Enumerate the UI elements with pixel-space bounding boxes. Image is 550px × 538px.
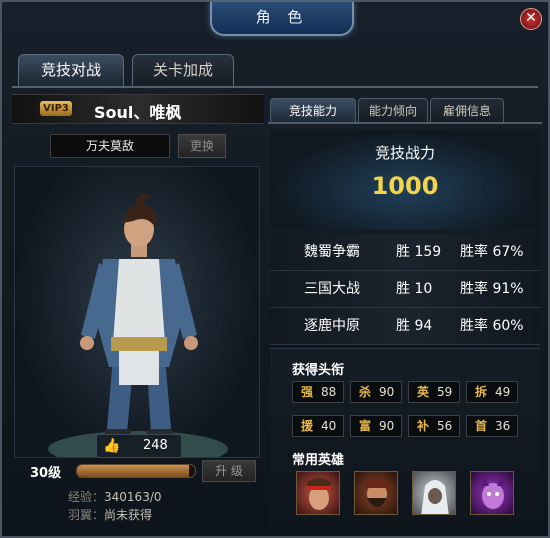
hero-bearded-warrior-icon[interactable] bbox=[354, 471, 398, 515]
vip-badge: VIP3 bbox=[40, 101, 72, 116]
honor-badge[interactable]: 补 56 bbox=[408, 415, 460, 437]
honor-badge[interactable]: 援 40 bbox=[292, 415, 344, 437]
honor-char: 英 bbox=[417, 385, 430, 399]
honors-section: 获得头衔 强 88 杀 90 英 59 拆 49 援 40 富 90 补 56 首 36 常用英… bbox=[270, 348, 540, 531]
honor-char: 强 bbox=[301, 385, 314, 399]
honor-value: 40 bbox=[321, 419, 337, 433]
stat-mode: 三国大战 bbox=[304, 281, 360, 297]
sub-tab-divider bbox=[268, 122, 542, 124]
honor-badge[interactable]: 杀 90 bbox=[350, 381, 402, 403]
stat-wins: 胜 159 bbox=[396, 244, 442, 260]
honor-badge[interactable]: 首 36 bbox=[466, 415, 518, 437]
honor-char: 首 bbox=[475, 419, 488, 433]
honor-value: 88 bbox=[321, 385, 337, 399]
tab-divider bbox=[12, 86, 538, 88]
battle-stats-table: 魏蜀争霸 胜 159 胜率 67% 三国大战 胜 10 胜率 91% 逐鹿中原 … bbox=[270, 234, 540, 345]
exp-label: 经验： bbox=[68, 490, 105, 504]
arena-power-value: 1000 bbox=[371, 172, 439, 200]
stat-mode: 魏蜀争霸 bbox=[304, 244, 360, 260]
hero-hooded-assassin-icon[interactable] bbox=[412, 471, 456, 515]
like-count: 248 bbox=[143, 438, 168, 453]
stat-win-rate: 胜率 91% bbox=[460, 281, 524, 297]
honor-badge[interactable]: 富 90 bbox=[350, 415, 402, 437]
tab-stage-bonus[interactable]: 关卡加成 bbox=[132, 54, 234, 86]
character-portrait bbox=[14, 166, 260, 458]
thumbs-up-icon: 👍 bbox=[103, 438, 121, 454]
character-figure-icon bbox=[48, 194, 228, 457]
honors-title: 获得头衔 bbox=[292, 363, 345, 378]
upgrade-button[interactable]: 升 级 bbox=[202, 460, 256, 482]
change-title-button[interactable]: 更换 bbox=[178, 134, 226, 158]
stat-row: 逐鹿中原 胜 94 胜率 60% bbox=[270, 308, 540, 345]
like-counter[interactable]: 👍 248 bbox=[96, 434, 182, 458]
honor-char: 援 bbox=[301, 419, 314, 433]
honor-char: 杀 bbox=[359, 385, 372, 399]
honor-badge[interactable]: 强 88 bbox=[292, 381, 344, 403]
honor-char: 拆 bbox=[475, 385, 488, 399]
honor-badge[interactable]: 英 59 bbox=[408, 381, 460, 403]
character-window: 角 色 ✕ 竞技对战 关卡加成 VIP3 Soul、唯枫 万夫莫敌 更换 👍 2… bbox=[0, 0, 550, 538]
stat-row: 三国大战 胜 10 胜率 91% bbox=[270, 271, 540, 308]
stat-row: 魏蜀争霸 胜 159 胜率 67% bbox=[270, 234, 540, 271]
tab-ability-tendency[interactable]: 能力倾向 bbox=[358, 98, 428, 122]
honor-value: 59 bbox=[437, 385, 453, 399]
window-title: 角 色 bbox=[210, 2, 354, 36]
honor-value: 90 bbox=[379, 419, 395, 433]
wing-value: 尚未获得 bbox=[104, 508, 153, 522]
honor-value: 49 bbox=[495, 385, 511, 399]
honor-badge[interactable]: 拆 49 bbox=[466, 381, 518, 403]
arena-power-box: 竞技战力 1000 bbox=[270, 130, 540, 230]
exp-line: 经验：340163/0 bbox=[68, 488, 162, 505]
honor-value: 56 bbox=[437, 419, 453, 433]
arena-power-label: 竞技战力 bbox=[374, 144, 435, 162]
stat-mode: 逐鹿中原 bbox=[304, 318, 360, 334]
hero-red-headband-icon[interactable] bbox=[296, 471, 340, 515]
wing-line: 羽翼：尚未获得 bbox=[68, 506, 152, 523]
exp-value: 340163/0 bbox=[104, 490, 162, 504]
close-icon: ✕ bbox=[525, 10, 537, 26]
hero-purple-demon-icon[interactable] bbox=[470, 471, 514, 515]
wing-label: 羽翼： bbox=[68, 508, 105, 522]
tab-arena-ability[interactable]: 竞技能力 bbox=[270, 98, 356, 122]
heroes-title: 常用英雄 bbox=[292, 453, 345, 468]
tab-hire-info[interactable]: 雇佣信息 bbox=[430, 98, 504, 122]
arena-stats-panel: 竞技能力 能力倾向 雇佣信息 竞技战力 1000 魏蜀争霸 胜 159 胜率 6… bbox=[268, 96, 542, 531]
exp-progress-fill bbox=[77, 465, 190, 477]
character-panel: VIP3 Soul、唯枫 万夫莫敌 更换 👍 248 30级 升 级 经验：34… bbox=[12, 94, 264, 530]
honor-char: 补 bbox=[417, 419, 430, 433]
honor-value: 90 bbox=[379, 385, 395, 399]
player-level: 30级 bbox=[30, 466, 62, 481]
name-bar: VIP3 Soul、唯枫 bbox=[12, 94, 264, 124]
honor-value: 36 bbox=[495, 419, 511, 433]
stat-wins: 胜 94 bbox=[396, 318, 433, 334]
player-name: Soul、唯枫 bbox=[94, 103, 182, 122]
close-button[interactable]: ✕ bbox=[520, 8, 542, 30]
exp-progress-bar bbox=[76, 464, 196, 478]
honor-char: 富 bbox=[359, 419, 372, 433]
stat-win-rate: 胜率 60% bbox=[460, 318, 524, 334]
stat-wins: 胜 10 bbox=[396, 281, 433, 297]
player-title: 万夫莫敌 bbox=[50, 134, 170, 158]
tab-arena-battle[interactable]: 竞技对战 bbox=[18, 54, 124, 86]
stat-win-rate: 胜率 67% bbox=[460, 244, 524, 260]
